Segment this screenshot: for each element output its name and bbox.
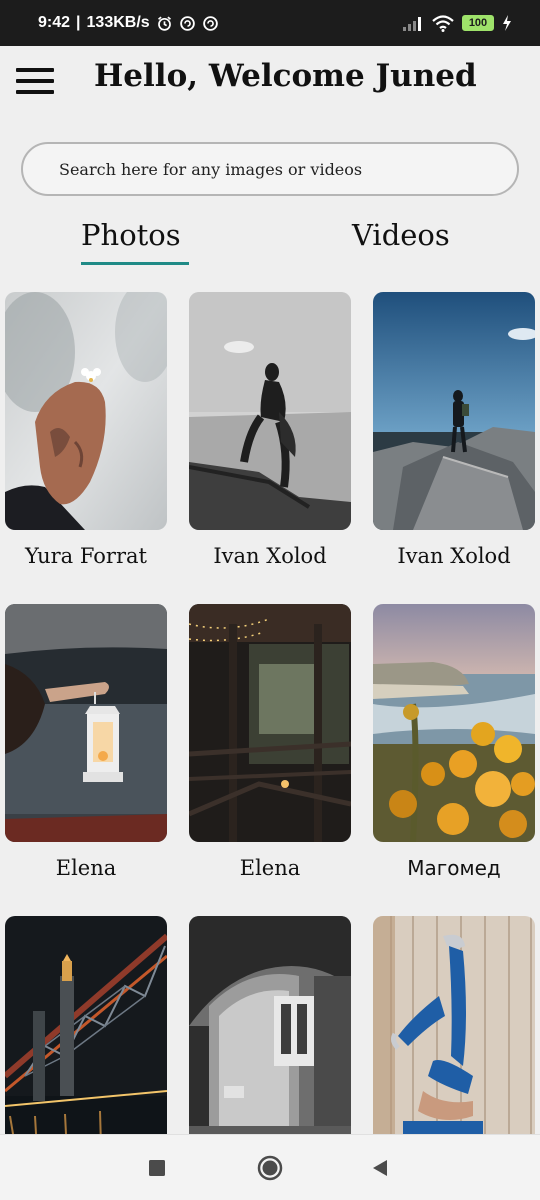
photo-thumbnail [5, 292, 167, 530]
status-right: 100 [402, 14, 512, 32]
photo-thumbnail [5, 604, 167, 842]
search-input[interactable] [21, 142, 519, 196]
page-title: Hello, Welcome Juned [94, 58, 477, 94]
photo-thumbnail [373, 604, 535, 842]
photo-thumbnail [189, 292, 351, 530]
photo-author: Ivan Xolod [213, 544, 327, 568]
charging-icon [503, 15, 511, 31]
status-divider: | [76, 14, 81, 31]
hamburger-menu-icon[interactable] [16, 68, 54, 96]
photo-card[interactable] [189, 916, 351, 1134]
back-triangle-icon[interactable] [371, 1159, 389, 1177]
photo-thumbnail [189, 916, 351, 1134]
photo-card[interactable]: Elena [189, 604, 351, 880]
app-header: Hello, Welcome Juned [0, 46, 540, 118]
photo-card[interactable] [373, 916, 535, 1134]
photo-card[interactable]: Ivan Xolod [189, 292, 351, 568]
photo-thumbnail [189, 604, 351, 842]
photo-card[interactable]: Магомед [373, 604, 535, 880]
photo-author: Elena [55, 856, 117, 880]
photo-card[interactable]: Ivan Xolod [373, 292, 535, 568]
photo-thumbnail [5, 916, 167, 1134]
recents-square-icon[interactable] [148, 1159, 166, 1177]
photo-card[interactable]: Yura Forrat [5, 292, 167, 568]
wifi-icon [432, 14, 454, 32]
battery-icon: 100 [462, 15, 494, 31]
tab-videos[interactable]: Videos [352, 218, 450, 252]
status-bar: 9:42 | 133KB/s 100 [0, 0, 540, 46]
signal-icon [403, 17, 421, 31]
photo-grid: Yura Forrat Ivan Xolod Ivan Xolod Elena … [0, 292, 540, 1134]
photo-author: Ivan Xolod [397, 544, 511, 568]
photo-author: Elena [239, 856, 301, 880]
photo-thumbnail [373, 292, 535, 530]
sync-icon [179, 15, 195, 31]
status-left: 9:42 | 133KB/s [38, 14, 219, 32]
tab-photos[interactable]: Photos [81, 218, 181, 252]
status-network-speed: 133KB/s [86, 14, 150, 31]
photo-author: Yura Forrat [25, 544, 147, 568]
alarm-icon [157, 15, 171, 31]
home-circle-icon[interactable] [257, 1155, 283, 1181]
status-time: 9:42 [38, 14, 71, 31]
sync-icon [202, 15, 218, 31]
photo-thumbnail [373, 916, 535, 1134]
photo-card[interactable] [5, 916, 167, 1134]
photo-author: Магомед [407, 856, 501, 880]
active-tab-indicator [81, 262, 189, 265]
system-nav-bar [0, 1134, 540, 1200]
photo-card[interactable]: Elena [5, 604, 167, 880]
